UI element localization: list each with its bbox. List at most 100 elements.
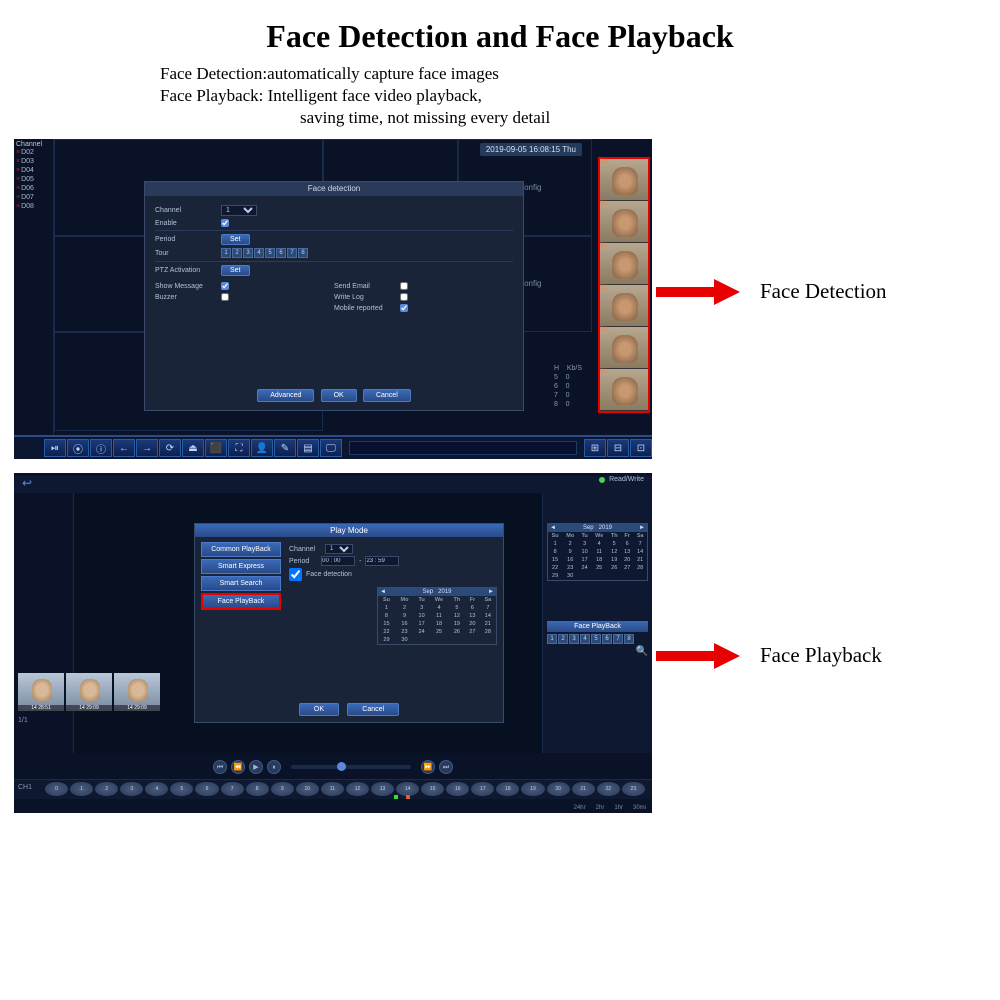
period-from-input[interactable] [321,556,355,566]
timeline-hour[interactable]: 18 [496,782,519,796]
face-thumbnail[interactable]: 01 [600,243,648,285]
face-thumbnail[interactable]: 01 [600,285,648,327]
zoom-1hr[interactable]: 1hr [614,805,623,811]
timeline-hour[interactable]: 7 [221,782,244,796]
face-thumbnail[interactable]: 14 29:09 [66,673,112,711]
channel-box[interactable]: 6 [602,634,612,644]
toolbar-prev-icon[interactable]: ← [113,439,135,457]
tab-common-playback[interactable]: Common PlayBack [201,542,281,557]
timeline-hour[interactable]: 9 [271,782,294,796]
timeline-hour[interactable]: 14 [396,782,419,796]
zoom-24hr[interactable]: 24hr [574,805,586,811]
buzzer-checkbox[interactable] [221,293,229,301]
toolbar-refresh-icon[interactable]: ⟳ [159,439,181,457]
timeline-hour[interactable]: 4 [145,782,168,796]
timeline-hour[interactable]: 15 [421,782,444,796]
channel-item[interactable]: ×D08 [16,202,51,211]
channel-item[interactable]: ×D04 [16,166,51,175]
timeline-hour[interactable]: 23 [622,782,645,796]
toolbar-grid1-icon[interactable]: ⊞ [584,439,606,457]
cal-prev-icon[interactable]: ◄ [550,525,556,531]
toolbar-record-icon[interactable]: ⦿ [67,439,89,457]
tab-face-playback[interactable]: Face PlayBack [201,593,281,610]
toolbar-stop-icon[interactable]: ⬛ [205,439,227,457]
calendar-table[interactable]: SuMoTuWeThFrSa 1234567 891011121314 1516… [548,532,647,580]
timeline-hour[interactable]: 3 [120,782,143,796]
enable-checkbox[interactable] [221,219,229,227]
channel-item[interactable]: ×D03 [16,157,51,166]
toolbar-grid3-icon[interactable]: ⊡ [630,439,652,457]
tab-smart-search[interactable]: Smart Search [201,576,281,591]
cal-next-icon[interactable]: ► [639,525,645,531]
ok-button[interactable]: OK [299,703,339,716]
cal-next-icon[interactable]: ► [488,589,494,595]
timeline-hour[interactable]: 5 [170,782,193,796]
timeline-hour[interactable]: 21 [572,782,595,796]
toolbar-monitor-icon[interactable]: 🖵 [320,439,342,457]
cancel-button[interactable]: Cancel [363,389,411,402]
send-email-checkbox[interactable] [400,282,408,290]
channel-box[interactable]: 5 [591,634,601,644]
timeline[interactable]: CH1 012345678910111213141516171819202122… [14,779,652,799]
toolbar-grid2-icon[interactable]: ⊟ [607,439,629,457]
zoom-30mi[interactable]: 30mi [633,805,646,811]
timeline-hour[interactable]: 1 [70,782,93,796]
face-thumbnail[interactable]: 01 [600,201,648,243]
timeline-hour[interactable]: 16 [446,782,469,796]
tour-box[interactable]: 8 [298,248,308,258]
face-detection-checkbox[interactable] [289,568,302,581]
face-thumbnail[interactable]: 14 29:09 [114,673,160,711]
mobile-reported-checkbox[interactable] [400,304,408,312]
tab-smart-express[interactable]: Smart Express [201,559,281,574]
channel-box[interactable]: 1 [547,634,557,644]
show-message-checkbox[interactable] [221,282,229,290]
play-icon[interactable]: ▶ [249,760,263,774]
tour-box[interactable]: 3 [243,248,253,258]
face-thumbnail[interactable]: 01 [600,159,648,201]
tour-box[interactable]: 6 [276,248,286,258]
toolbar-person-icon[interactable]: 👤 [251,439,273,457]
tour-box[interactable]: 4 [254,248,264,258]
timeline-hour[interactable]: 11 [321,782,344,796]
channel-select[interactable]: 1 [325,544,353,554]
pause-icon[interactable]: ⏸ [267,760,281,774]
channel-box[interactable]: 3 [569,634,579,644]
channel-box[interactable]: 2 [558,634,568,644]
timeline-hour[interactable]: 17 [471,782,494,796]
ptz-set-button[interactable]: Set [221,265,250,276]
back-icon[interactable]: ↩ [22,476,644,490]
toolbar-play-icon[interactable]: ⏯ [44,439,66,457]
timeline-hour[interactable]: 19 [521,782,544,796]
seek-slider[interactable] [291,765,411,769]
toolbar-edit-icon[interactable]: ✎ [274,439,296,457]
toolbar-eject-icon[interactable]: ⏏ [182,439,204,457]
timeline-hour[interactable]: 6 [195,782,218,796]
advanced-button[interactable]: Advanced [257,389,314,402]
timeline-hour[interactable]: 2 [95,782,118,796]
right-calendar[interactable]: ◄Sep 2019► SuMoTuWeThFrSa 1234567 891011… [547,523,648,581]
timeline-hour[interactable]: 0 [45,782,68,796]
tour-box[interactable]: 2 [232,248,242,258]
tour-box[interactable]: 1 [221,248,231,258]
timeline-hour[interactable]: 22 [597,782,620,796]
face-thumbnail[interactable]: 01 [600,327,648,369]
channel-select[interactable]: 1 [221,205,257,216]
timeline-hour[interactable]: 20 [547,782,570,796]
channel-box[interactable]: 4 [580,634,590,644]
toolbar-list-icon[interactable]: ▤ [297,439,319,457]
forward-icon[interactable]: ⏩ [421,760,435,774]
face-playback-button[interactable]: Face PlayBack [547,621,648,632]
toolbar-next-icon[interactable]: → [136,439,158,457]
period-to-input[interactable] [365,556,399,566]
tour-box[interactable]: 5 [265,248,275,258]
skip-forward-icon[interactable]: ⏭ [439,760,453,774]
dialog-calendar[interactable]: ◄Sep 2019► SuMoTuWeThFrSa 1234567 891011… [377,587,497,645]
zoom-2hr[interactable]: 2hr [596,805,605,811]
channel-item[interactable]: ×D02 [16,148,51,157]
skip-back-icon[interactable]: ⏮ [213,760,227,774]
channel-box[interactable]: 7 [613,634,623,644]
toolbar-info-icon[interactable]: ⓘ [90,439,112,457]
write-log-checkbox[interactable] [400,293,408,301]
timeline-hour[interactable]: 13 [371,782,394,796]
ok-button[interactable]: OK [321,389,357,402]
